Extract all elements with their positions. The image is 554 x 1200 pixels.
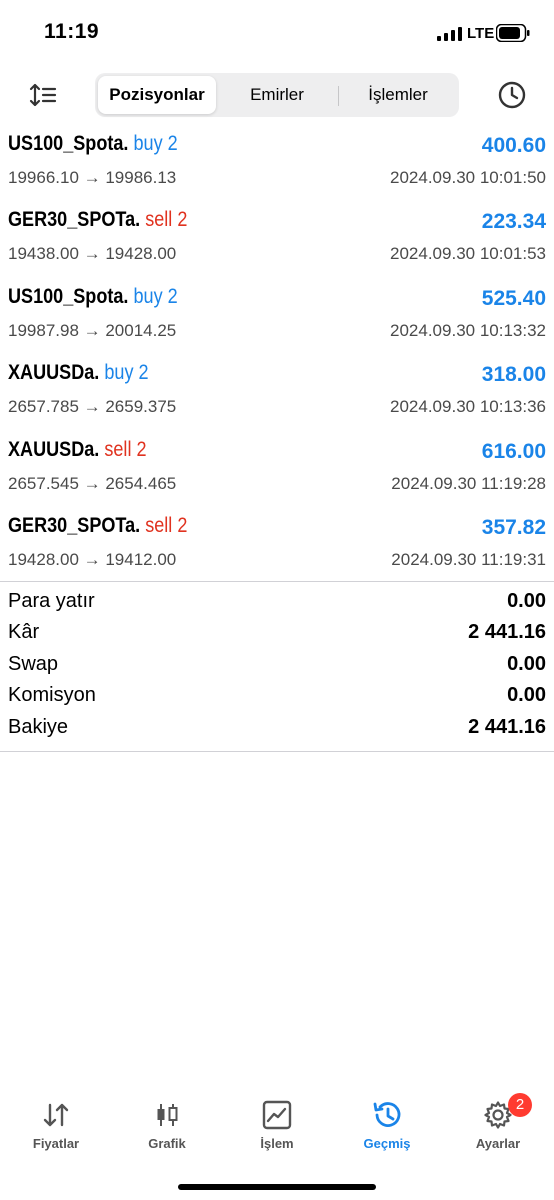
summary-top-divider (0, 581, 554, 582)
summary-label: Swap (8, 652, 59, 675)
deal-side: sell 2 (145, 208, 188, 232)
deal-row[interactable]: GER30_SPOTa. sell 2 223.34 19438.00 → 19… (0, 204, 554, 280)
deal-row[interactable]: XAUUSDa. buy 2 318.00 2657.785 → 2659.37… (0, 357, 554, 433)
deal-profit: 223.34 (481, 210, 546, 234)
deal-symbol: XAUUSDa. (8, 361, 100, 385)
sort-icon (29, 83, 57, 107)
candlestick-chart-icon (150, 1098, 184, 1132)
deal-prices: 2657.545 → 2654.465 (8, 473, 177, 493)
deal-symbol: GER30_SPOTa. (8, 208, 141, 232)
tab-label: Grafik (148, 1136, 186, 1151)
summary-value: 0.00 (507, 590, 546, 612)
deal-symbol: US100_Spota. (8, 132, 129, 155)
battery-icon (496, 24, 530, 42)
deal-profit: 525.40 (481, 286, 546, 310)
summary-value: 0.00 (507, 684, 546, 707)
history-icon (370, 1098, 404, 1132)
status-bar: 11:19 LTE (0, 0, 554, 66)
deal-symbol-line: XAUUSDa. sell 2 (8, 438, 147, 462)
deal-side: sell 2 (104, 437, 147, 461)
deal-row[interactable]: XAUUSDa. sell 2 616.00 2657.545 → 2654.4… (0, 434, 554, 510)
tab-islemler[interactable]: İşlemler (339, 76, 457, 114)
tab-label: Fiyatlar (32, 1136, 80, 1151)
clock-icon (498, 81, 526, 109)
tab-emirler[interactable]: Emirler (218, 76, 336, 114)
deals-list: US100_Spota. buy 2 400.60 19966.10 → 199… (0, 128, 554, 586)
deal-prices: 2657.785 → 2659.375 (8, 397, 177, 417)
summary-value: 0.00 (507, 652, 546, 675)
deal-prices: 19987.98 → 20014.25 (8, 320, 177, 340)
summary-section: Para yatır 0.00 Kâr 2 441.16 Swap 0.00 K… (0, 588, 554, 745)
summary-bottom-divider (0, 751, 554, 752)
trade-chart-icon (260, 1098, 294, 1132)
deal-symbol-line: XAUUSDa. buy 2 (8, 361, 149, 385)
deal-time: 2024.09.30 10:01:50 (390, 168, 546, 187)
deal-profit: 318.00 (481, 363, 546, 387)
bottom-tab-bar: Fiyatlar Grafik İşlem Geçmiş 2 Ayarlar (0, 1088, 554, 1158)
segment-control: Pozisyonlar Emirler İşlemler (95, 73, 459, 117)
network-type: LTE (467, 25, 495, 42)
deal-side: buy 2 (133, 132, 178, 155)
history-filter-button[interactable] (494, 77, 530, 113)
deal-symbol: XAUUSDa. (8, 437, 100, 461)
tab-ayarlar[interactable]: 2 Ayarlar (448, 1088, 548, 1158)
deal-symbol-line: GER30_SPOTa. sell 2 (8, 208, 187, 232)
deal-side: buy 2 (133, 284, 178, 308)
deal-symbol-line: GER30_SPOTa. sell 2 (8, 514, 187, 538)
quotes-arrows-icon (39, 1098, 73, 1132)
summary-row-profit: Kâr 2 441.16 (0, 619, 554, 650)
deal-symbol-line: US100_Spota. buy 2 (8, 285, 178, 309)
summary-value: 2 441.16 (468, 621, 546, 644)
deal-time: 2024.09.30 10:13:36 (390, 397, 546, 417)
deal-prices: 19428.00 → 19412.00 (8, 549, 177, 569)
deal-prices: 19438.00 → 19428.00 (8, 244, 177, 264)
tab-grafik[interactable]: Grafik (117, 1088, 217, 1158)
deal-row[interactable]: US100_Spota. buy 2 525.40 19987.98 → 200… (0, 281, 554, 357)
summary-value: 2 441.16 (468, 715, 546, 738)
summary-label: Kâr (8, 621, 40, 644)
deal-symbol-line: US100_Spota. buy 2 (8, 132, 178, 156)
summary-row-swap: Swap 0.00 (0, 651, 554, 682)
deal-time: 2024.09.30 11:19:31 (391, 549, 546, 569)
deal-profit: 400.60 (481, 134, 546, 157)
top-toolbar: Pozisyonlar Emirler İşlemler (0, 70, 554, 120)
tab-label: Geçmiş (363, 1136, 411, 1151)
deal-prices: 19966.10 → 19986.13 (8, 168, 177, 187)
summary-row-commission: Komisyon 0.00 (0, 682, 554, 713)
deal-time: 2024.09.30 11:19:28 (391, 473, 546, 493)
deal-row[interactable]: US100_Spota. buy 2 400.60 19966.10 → 199… (0, 128, 554, 204)
deal-side: sell 2 (145, 513, 188, 537)
summary-row-deposit: Para yatır 0.00 (0, 588, 554, 619)
summary-row-balance: Bakiye 2 441.16 (0, 714, 554, 745)
deal-time: 2024.09.30 10:01:53 (390, 244, 546, 264)
tab-label: Ayarlar (475, 1136, 521, 1151)
deal-profit: 357.82 (481, 515, 546, 539)
home-indicator (178, 1184, 376, 1190)
summary-label: Para yatır (8, 590, 95, 612)
tab-islem[interactable]: İşlem (227, 1088, 327, 1158)
tab-pozisyonlar[interactable]: Pozisyonlar (98, 76, 216, 114)
deal-profit: 616.00 (481, 439, 546, 463)
deal-symbol: US100_Spota. (8, 284, 129, 308)
tab-label: İşlem (260, 1136, 294, 1151)
deal-time: 2024.09.30 10:13:32 (390, 320, 546, 340)
deal-row[interactable]: GER30_SPOTa. sell 2 357.82 19428.00 → 19… (0, 510, 554, 586)
notification-badge: 2 (508, 1093, 532, 1117)
summary-label: Bakiye (8, 715, 69, 738)
summary-label: Komisyon (8, 684, 96, 707)
sort-button[interactable] (26, 78, 60, 112)
tab-gecmis[interactable]: Geçmiş (337, 1088, 437, 1158)
deal-symbol: GER30_SPOTa. (8, 513, 141, 537)
signal-strength-icon (437, 27, 462, 41)
tab-fiyatlar[interactable]: Fiyatlar (6, 1088, 106, 1158)
status-time: 11:19 (44, 20, 100, 43)
deal-side: buy 2 (104, 361, 149, 385)
